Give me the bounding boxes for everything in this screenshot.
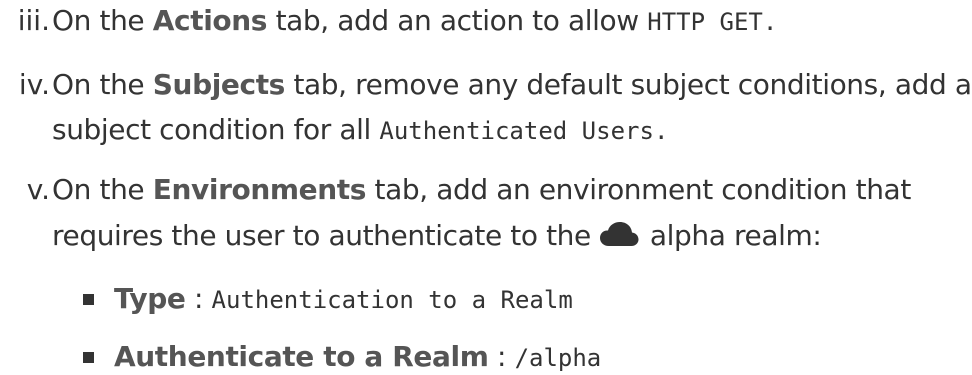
field-separator: : xyxy=(193,282,204,315)
item-suffix: . xyxy=(653,117,669,145)
tab-name-actions: Actions xyxy=(152,4,268,37)
field-value-realm: /alpha xyxy=(514,344,602,372)
bullet-square xyxy=(83,352,94,363)
field-label-authenticate-realm: Authenticate to a Realm xyxy=(114,340,489,373)
cloud-icon xyxy=(599,221,639,255)
item-text-continued: subject condition for all xyxy=(52,113,371,146)
bullet-square xyxy=(83,294,94,305)
item-text: tab, add an action to allow xyxy=(275,4,640,37)
list-marker: iv. xyxy=(18,68,50,101)
item-text: tab, remove any default subject conditio… xyxy=(293,68,972,101)
list-marker: v. xyxy=(26,173,50,206)
item-prefix: On the xyxy=(52,4,145,37)
field-label-type: Type xyxy=(114,282,186,315)
code-authenticated-users: Authenticated Users xyxy=(379,117,654,145)
item-text-continued: requires the user to authenticate to the xyxy=(52,219,591,252)
code-http-get: HTTP GET xyxy=(647,8,763,36)
tab-name-environments: Environments xyxy=(152,173,367,206)
item-suffix: . xyxy=(762,8,778,36)
item-text: tab, add an environment condition that xyxy=(374,173,912,206)
item-prefix: On the xyxy=(52,68,145,101)
item-prefix: On the xyxy=(52,173,145,206)
field-value-type: Authentication to a Realm xyxy=(211,286,573,314)
item-text-after-icon: alpha realm: xyxy=(649,219,822,252)
list-marker: iii. xyxy=(17,4,50,37)
field-separator: : xyxy=(497,340,507,373)
tab-name-subjects: Subjects xyxy=(152,68,286,101)
